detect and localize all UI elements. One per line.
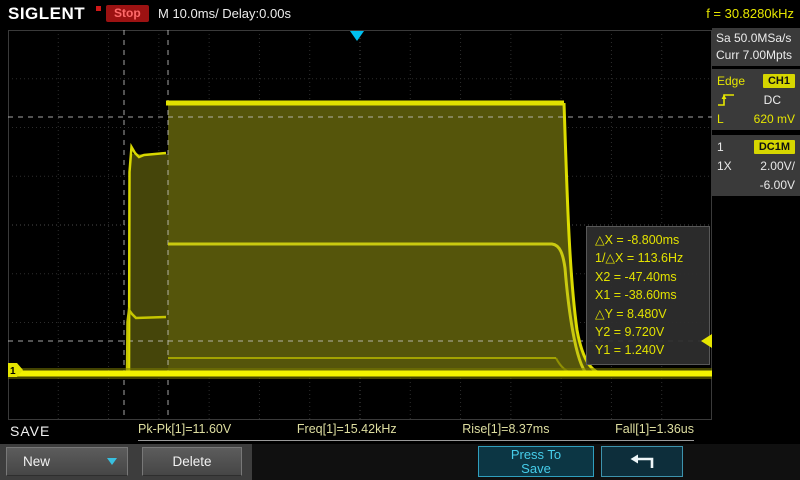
timebase-readout[interactable]: M 10.0ms/ Delay:0.00s: [158, 6, 291, 21]
siglent-logo: SIGLENT: [8, 4, 86, 23]
trigger-frequency-readout: f = 30.8280kHz: [706, 6, 794, 21]
baseline-trace: [8, 368, 712, 379]
trigger-level-label: L: [717, 111, 724, 126]
measurements-row: Pk-Pk[1]=11.60V Freq[1]=15.42kHz Rise[1]…: [138, 422, 694, 441]
volts-per-div: 2.00V/: [760, 158, 795, 173]
softkey-menu-bar: New Delete Press To Save: [0, 444, 800, 480]
memory-depth: Curr 7.00Mpts: [716, 48, 793, 62]
channel-coupling-badge: DC1M: [753, 139, 795, 154]
channel1-marker-label: 1: [10, 366, 16, 377]
cursor-y1-value: Y1 = 1.240V: [595, 343, 665, 358]
press-to-save-button[interactable]: Press To Save: [478, 446, 594, 477]
trigger-position-marker[interactable]: [350, 31, 364, 41]
save-button-line2: Save: [521, 460, 551, 476]
return-arrow-icon: [630, 454, 654, 468]
cursor-x1-value: X1 = -38.60ms: [595, 288, 677, 303]
trigger-source-badge: CH1: [762, 73, 795, 88]
waveform-display-area[interactable]: 1 △X = -8.800ms 1/△X = 113.6Hz X2 = -47.…: [8, 30, 712, 420]
cursor-inv-delta-x: 1/△X = 113.6Hz: [595, 251, 684, 266]
oscilloscope-screen: SIGLENT Stop M 10.0ms/ Delay:0.00s f = 3…: [0, 0, 800, 480]
measure-rise: Rise[1]=8.37ms: [462, 422, 550, 436]
probe-attenuation: 1X: [717, 158, 732, 173]
acquisition-panel: Sa 50.0MSa/s Curr 7.00Mpts: [712, 28, 800, 66]
trigger-panel[interactable]: Edge CH1 DC L 620 mV: [712, 69, 800, 130]
sample-rate: Sa 50.0MSa/s: [716, 31, 792, 45]
channel-number: 1: [717, 139, 724, 154]
measure-pkpk: Pk-Pk[1]=11.60V: [138, 422, 232, 436]
rising-edge-icon: [718, 94, 734, 106]
run-state-badge[interactable]: Stop: [106, 5, 149, 22]
waveform-fill: [130, 102, 605, 374]
new-dropdown-arrow-icon: [107, 458, 117, 465]
trigger-level-marker[interactable]: [701, 334, 712, 348]
channel1-panel[interactable]: 1 DC1M 1X 2.00V/ -6.00V: [712, 135, 800, 196]
new-button-label: New: [23, 454, 51, 469]
measure-freq: Freq[1]=15.42kHz: [296, 422, 397, 436]
delete-button[interactable]: Delete: [142, 447, 242, 476]
trigger-coupling: DC: [763, 92, 781, 107]
save-button-line1: Press To: [510, 446, 562, 462]
trigger-level-value: 620 mV: [753, 111, 795, 126]
cursor-delta-x: △X = -8.800ms: [595, 233, 680, 247]
menu-title: SAVE: [10, 423, 51, 439]
cursor-x2-value: X2 = -47.40ms: [595, 269, 677, 284]
new-button[interactable]: New: [6, 447, 128, 476]
delete-button-label: Delete: [172, 454, 212, 469]
measure-fall: Fall[1]=1.36us: [615, 422, 694, 436]
cursor-delta-y: △Y = 8.480V: [595, 306, 667, 321]
top-status-bar: SIGLENT Stop M 10.0ms/ Delay:0.00s f = 3…: [0, 0, 800, 28]
right-sidebar: Sa 50.0MSa/s Curr 7.00Mpts Edge CH1 DC L…: [712, 28, 800, 420]
logo-red-dot: [96, 6, 101, 11]
channel-offset: -6.00V: [759, 177, 795, 192]
cursor-y2-value: Y2 = 9.720V: [595, 325, 665, 340]
cursor-readout-panel: △X = -8.800ms 1/△X = 113.6Hz X2 = -47.40…: [586, 226, 710, 365]
measurement-strip: SAVE Pk-Pk[1]=11.60V Freq[1]=15.42kHz Ri…: [0, 420, 800, 444]
return-button[interactable]: [601, 446, 683, 477]
trigger-type: Edge: [717, 73, 746, 88]
